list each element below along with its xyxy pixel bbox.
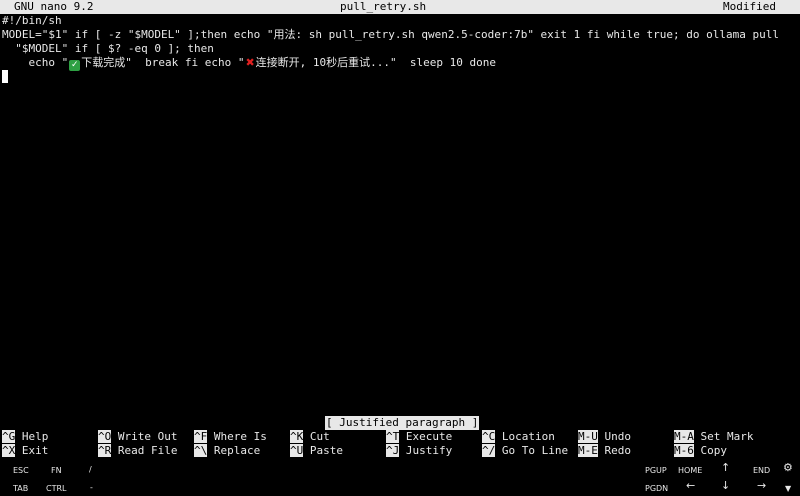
shortcut-undo[interactable]: M-U Undo: [578, 430, 631, 444]
cursor-line[interactable]: [2, 70, 798, 84]
shortcut-label: Undo: [604, 430, 632, 443]
shortcut-cut[interactable]: ^K Cut: [290, 430, 330, 444]
shortcut-key: ^\: [194, 444, 208, 457]
shortcut-where-is[interactable]: ^F Where Is: [194, 430, 267, 444]
arrow-left-icon[interactable]: ←: [686, 479, 695, 493]
editor-line[interactable]: #!/bin/sh: [2, 14, 798, 28]
pgup-key[interactable]: PGUP: [645, 464, 667, 478]
shortcut-key: ^C: [482, 430, 496, 443]
dropdown-icon[interactable]: ▼: [785, 482, 791, 496]
shortcut-help[interactable]: ^G Help: [2, 430, 48, 444]
settings-icon[interactable]: ⚙: [783, 461, 793, 475]
file-name: pull_retry.sh: [340, 0, 427, 13]
arrow-down-icon[interactable]: ↓: [721, 479, 730, 493]
shortcut-label: Execute: [405, 430, 453, 443]
esc-key[interactable]: ESC: [13, 464, 29, 478]
ctrl-key[interactable]: CTRL: [46, 482, 67, 496]
shortcut-label: Write Out: [117, 430, 178, 443]
editor-line[interactable]: MODEL="$1" if [ -z "$MODEL" ];then echo …: [2, 28, 798, 42]
shortcut-label: Justify: [405, 444, 453, 457]
shortcut-key: ^X: [2, 444, 16, 457]
shortcut-bar: ^G Help ^O Write Out ^F Where Is ^K Cut …: [2, 430, 798, 458]
extra-keys-bar: ESC FN / PGUP HOME ↑ END ⚙ TAB CTRL - PG…: [0, 458, 800, 496]
check-mark-icon: ✓: [69, 60, 81, 71]
shortcut-copy[interactable]: M-6 Copy: [674, 444, 727, 458]
status-message: [ Justified paragraph ]: [325, 416, 480, 430]
shortcut-key: ^U: [290, 444, 304, 457]
line-text: echo ": [2, 56, 69, 69]
pgdn-key[interactable]: PGDN: [645, 482, 668, 496]
shortcut-label: Copy: [700, 444, 728, 457]
shortcut-label: Replace: [213, 444, 261, 457]
shortcut-label: Redo: [604, 444, 632, 457]
shortcut-label: Help: [21, 430, 49, 443]
shortcut-label: Go To Line: [501, 444, 569, 457]
shortcut-key: M-E: [578, 444, 598, 457]
cross-mark-icon: ✖: [245, 56, 255, 69]
shortcut-key: ^T: [386, 430, 400, 443]
editor-area[interactable]: #!/bin/sh MODEL="$1" if [ -z "$MODEL" ];…: [2, 14, 798, 84]
shortcut-justify[interactable]: ^J Justify: [386, 444, 452, 458]
modified-indicator: Modified: [723, 0, 776, 13]
slash-key[interactable]: /: [89, 463, 92, 477]
shortcut-paste[interactable]: ^U Paste: [290, 444, 343, 458]
shortcut-label: Exit: [21, 444, 49, 457]
shortcut-label: Where Is: [213, 430, 267, 443]
shortcut-key: M-A: [674, 430, 694, 443]
arrow-up-icon[interactable]: ↑: [721, 461, 730, 475]
shortcut-location[interactable]: ^C Location: [482, 430, 555, 444]
app-name: GNU nano 9.2: [14, 0, 94, 13]
home-key[interactable]: HOME: [678, 464, 702, 478]
text-cursor: [2, 70, 8, 83]
shortcut-key: ^/: [482, 444, 496, 457]
fn-key[interactable]: FN: [51, 464, 62, 478]
shortcut-replace[interactable]: ^\ Replace: [194, 444, 260, 458]
shortcut-key: ^O: [98, 430, 112, 443]
shortcut-label: Location: [501, 430, 555, 443]
shortcut-label: Read File: [117, 444, 178, 457]
shortcut-key: ^J: [386, 444, 400, 457]
tab-key[interactable]: TAB: [13, 482, 28, 496]
editor-line[interactable]: "$MODEL" if [ $? -eq 0 ]; then: [2, 42, 798, 56]
shortcut-execute[interactable]: ^T Execute: [386, 430, 452, 444]
minus-key[interactable]: -: [90, 481, 93, 495]
editor-line[interactable]: echo " ✓ 下载完成" break fi echo "✖连接断开, 10秒后重…: [2, 56, 798, 71]
title-bar: GNU nano 9.2 pull_retry.sh Modified: [0, 0, 800, 14]
line-text: 下载完成" break fi echo ": [81, 56, 245, 69]
shortcut-key: M-U: [578, 430, 598, 443]
shortcut-label: Cut: [309, 430, 330, 443]
shortcut-key: ^F: [194, 430, 208, 443]
line-text: 连接断开, 10秒后重试..." sleep 10 done: [255, 56, 496, 69]
shortcut-read-file[interactable]: ^R Read File: [98, 444, 177, 458]
shortcut-label: Set Mark: [700, 430, 754, 443]
shortcut-go-to-line[interactable]: ^/ Go To Line: [482, 444, 568, 458]
shortcut-key: ^R: [98, 444, 112, 457]
shortcut-key: M-6: [674, 444, 694, 457]
shortcut-label: Paste: [309, 444, 343, 457]
end-key[interactable]: END: [753, 464, 770, 478]
shortcut-set-mark[interactable]: M-A Set Mark: [674, 430, 753, 444]
shortcut-exit[interactable]: ^X Exit: [2, 444, 48, 458]
shortcut-redo[interactable]: M-E Redo: [578, 444, 631, 458]
arrow-right-icon[interactable]: →: [757, 479, 766, 493]
shortcut-write-out[interactable]: ^O Write Out: [98, 430, 177, 444]
shortcut-key: ^G: [2, 430, 16, 443]
shortcut-key: ^K: [290, 430, 304, 443]
